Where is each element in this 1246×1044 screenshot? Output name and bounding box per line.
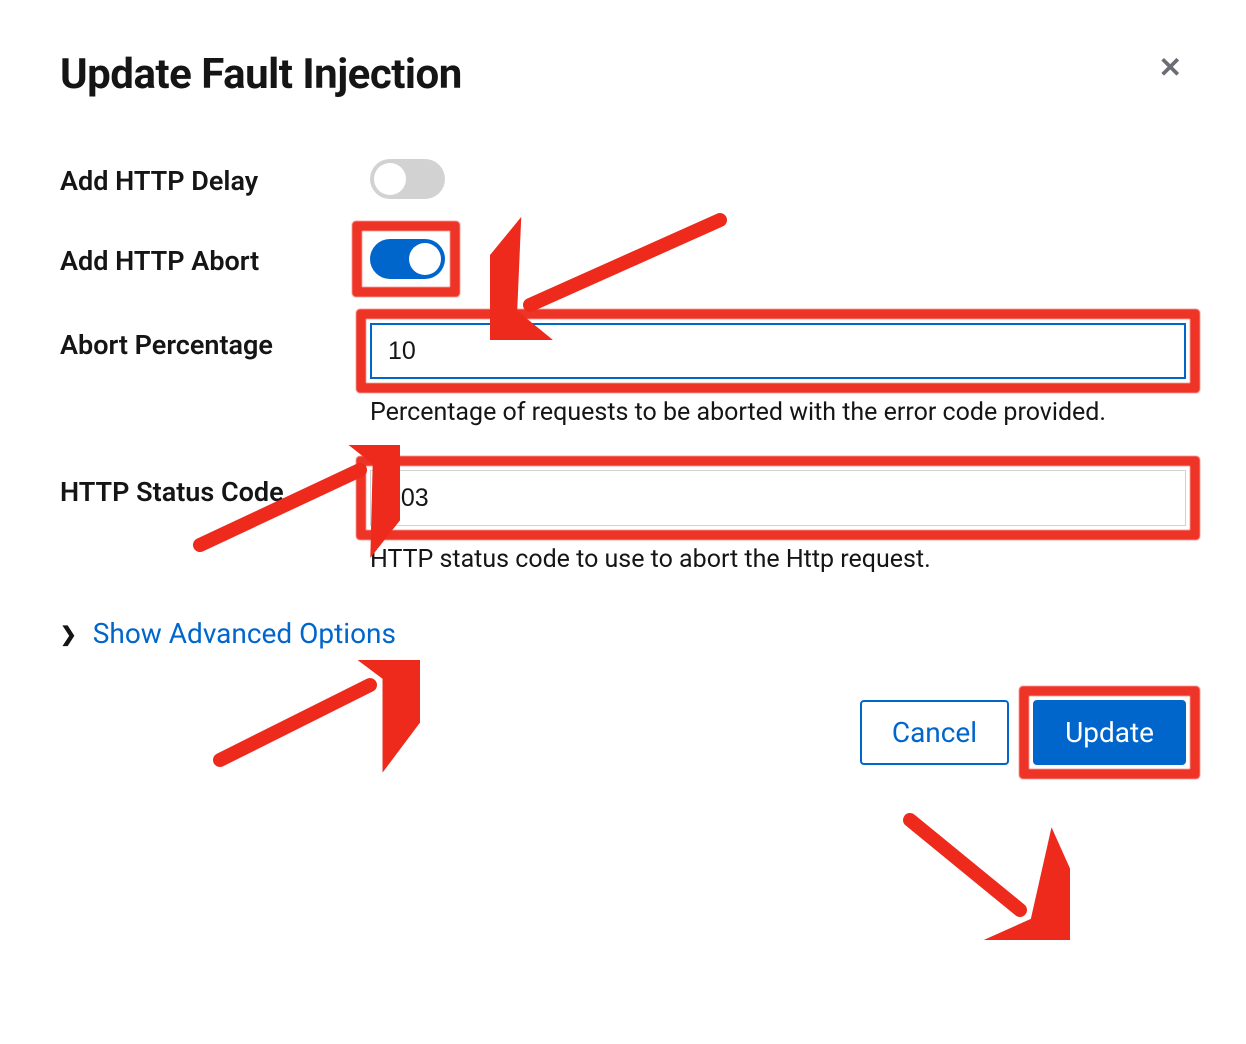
toggle-knob bbox=[374, 163, 406, 195]
update-button[interactable]: Update bbox=[1033, 700, 1186, 765]
close-icon[interactable]: ✕ bbox=[1155, 50, 1186, 86]
http-abort-row: Add HTTP Abort bbox=[60, 239, 1186, 283]
http-status-code-row: HTTP Status Code HTTP status code to use… bbox=[60, 470, 1186, 577]
toggle-knob bbox=[409, 243, 441, 275]
annotation-arrow-update-button bbox=[890, 800, 1070, 940]
button-row: Cancel Update bbox=[60, 700, 1186, 765]
http-status-code-input[interactable] bbox=[370, 470, 1186, 526]
advanced-options-link[interactable]: Show Advanced Options bbox=[93, 617, 396, 650]
http-abort-label: Add HTTP Abort bbox=[60, 239, 370, 277]
abort-percentage-label: Abort Percentage bbox=[60, 323, 370, 361]
abort-percentage-row: Abort Percentage Percentage of requests … bbox=[60, 323, 1186, 430]
chevron-right-icon: ❯ bbox=[60, 622, 77, 646]
http-delay-toggle[interactable] bbox=[370, 159, 445, 199]
cancel-button[interactable]: Cancel bbox=[860, 700, 1009, 765]
http-delay-label: Add HTTP Delay bbox=[60, 159, 370, 197]
http-status-code-help: HTTP status code to use to abort the Htt… bbox=[370, 542, 1186, 577]
abort-percentage-input[interactable] bbox=[370, 323, 1186, 379]
dialog-container: Update Fault Injection ✕ Add HTTP Delay … bbox=[60, 50, 1186, 765]
advanced-options-row[interactable]: ❯ Show Advanced Options bbox=[60, 617, 1186, 650]
abort-percentage-help: Percentage of requests to be aborted wit… bbox=[370, 395, 1186, 430]
http-status-code-label: HTTP Status Code bbox=[60, 470, 370, 508]
http-abort-toggle[interactable] bbox=[370, 239, 445, 279]
http-delay-row: Add HTTP Delay bbox=[60, 159, 1186, 199]
dialog-header: Update Fault Injection ✕ bbox=[60, 50, 1186, 99]
dialog-title: Update Fault Injection bbox=[60, 50, 462, 99]
